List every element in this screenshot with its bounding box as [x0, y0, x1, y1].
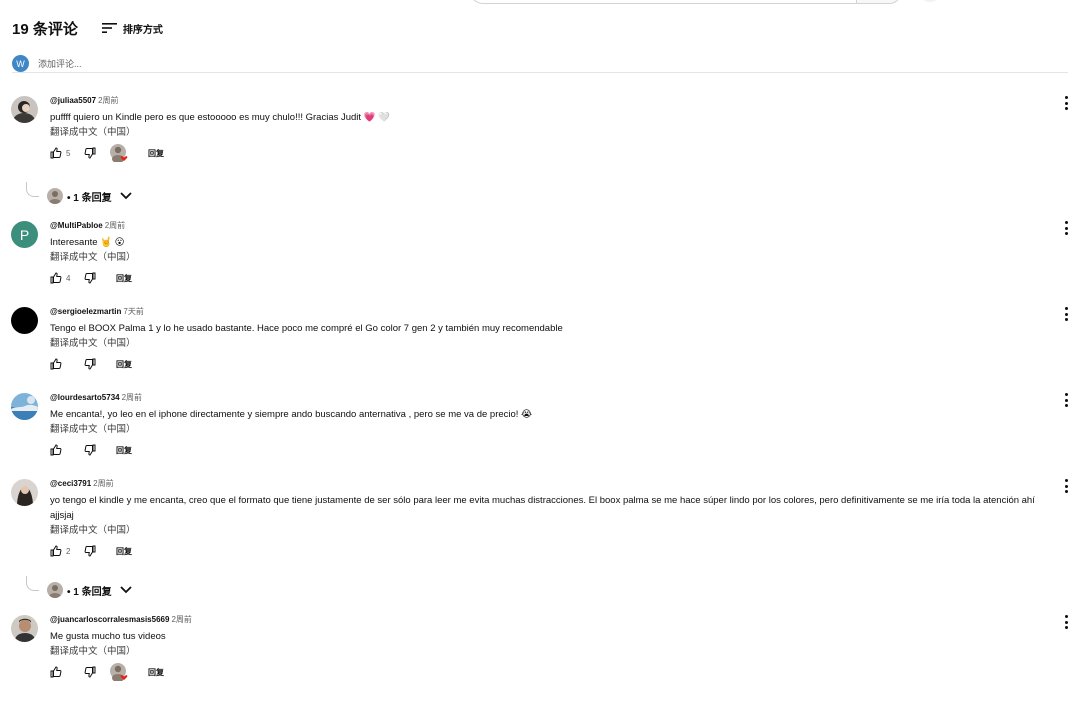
- thumbs-up-icon[interactable]: [50, 444, 62, 456]
- comment-author[interactable]: @lourdesarto5734: [50, 393, 120, 402]
- like-count: 5: [66, 148, 71, 158]
- like-count: 2: [66, 546, 71, 556]
- reply-button[interactable]: 回复: [148, 667, 164, 678]
- avatar[interactable]: P: [11, 221, 38, 248]
- translate-link[interactable]: 翻译成中文（中国）: [50, 337, 1041, 351]
- translate-link[interactable]: 翻译成中文（中国）: [50, 251, 1041, 265]
- avatar-letter: P: [19, 226, 30, 243]
- creator-heart: [110, 144, 128, 163]
- comment-author[interactable]: @juliaa5507: [50, 96, 96, 105]
- replies-count: • 1 条回复: [67, 586, 112, 598]
- like-count: 4: [66, 273, 71, 283]
- reply-button[interactable]: 回复: [116, 359, 132, 370]
- replier-avatar: [47, 188, 63, 204]
- thumbs-up-icon[interactable]: [50, 358, 62, 370]
- reply-button[interactable]: 回复: [148, 148, 164, 159]
- replies-count: • 1 条回复: [67, 192, 112, 204]
- thumbs-down-icon[interactable]: [84, 147, 96, 159]
- thread-connector: [26, 182, 39, 197]
- reply-button[interactable]: 回复: [116, 546, 132, 557]
- more-vert-icon[interactable]: [1060, 307, 1072, 321]
- comment-text: yo tengo el kindle y me encanta, creo qu…: [50, 495, 1035, 521]
- thumbs-down-icon[interactable]: [84, 545, 96, 557]
- comment-time[interactable]: 7天前: [123, 307, 143, 316]
- comment-author[interactable]: @juancarloscorralesmasis5669: [50, 615, 169, 624]
- add-comment-row[interactable]: W 添加评论...: [12, 54, 1068, 73]
- thread-connector: [26, 576, 39, 591]
- view-replies-button[interactable]: • 1 条回复: [47, 581, 132, 599]
- comments-header: 19 条评论 排序方式: [12, 16, 163, 40]
- search-button[interactable]: [856, 0, 902, 4]
- comment-time[interactable]: 2周前: [122, 393, 142, 402]
- comment-author[interactable]: @MultiPabloe: [50, 221, 103, 230]
- translate-link[interactable]: 翻译成中文（中国）: [50, 645, 1041, 659]
- translate-link[interactable]: 翻译成中文（中国）: [50, 126, 1041, 140]
- reply-button[interactable]: 回复: [116, 445, 132, 456]
- masthead-search-fragment: [470, 0, 942, 4]
- thumbs-down-icon[interactable]: [84, 358, 96, 370]
- more-vert-icon[interactable]: [1060, 479, 1072, 493]
- thumbs-up-icon[interactable]: [50, 545, 62, 557]
- sort-icon: [101, 23, 117, 33]
- more-vert-icon[interactable]: [1060, 615, 1072, 629]
- comment-time[interactable]: 2周前: [98, 96, 118, 105]
- comment-text: puffff quiero un Kindle pero es que esto…: [50, 112, 390, 123]
- avatar[interactable]: [11, 393, 38, 420]
- comment-count: 19 条评论: [12, 20, 78, 38]
- translate-link[interactable]: 翻译成中文（中国）: [50, 423, 1041, 437]
- creator-heart: [110, 663, 128, 682]
- comment-text: Tengo el BOOX Palma 1 y lo he usado bast…: [50, 323, 563, 334]
- add-comment-placeholder[interactable]: 添加评论...: [38, 57, 82, 70]
- comment-author[interactable]: @ceci3791: [50, 479, 91, 488]
- thumbs-up-icon[interactable]: [50, 147, 62, 159]
- replier-avatar: [47, 582, 63, 598]
- view-replies-button[interactable]: • 1 条回复: [47, 187, 132, 205]
- comment-author[interactable]: @sergioelezmartin: [50, 307, 121, 316]
- comment-time[interactable]: 2周前: [93, 479, 113, 488]
- comment-text: Me encanta!, yo leo en el iphone directa…: [50, 409, 533, 420]
- thumbs-down-icon[interactable]: [84, 272, 96, 284]
- more-vert-icon[interactable]: [1060, 96, 1072, 110]
- translate-link[interactable]: 翻译成中文（中国）: [50, 524, 1041, 538]
- sort-label: 排序方式: [122, 24, 163, 36]
- reply-button[interactable]: 回复: [116, 273, 132, 284]
- more-vert-icon[interactable]: [1060, 221, 1072, 235]
- comment-text: Interesante 🤘 😮: [50, 237, 125, 248]
- search-input[interactable]: [470, 0, 857, 4]
- avatar[interactable]: [11, 307, 38, 334]
- comment-text: Me gusta mucho tus videos: [50, 631, 166, 642]
- avatar[interactable]: [11, 96, 38, 123]
- voice-search-button[interactable]: [918, 0, 942, 2]
- chevron-down-icon: [119, 586, 132, 594]
- thumbs-down-icon[interactable]: [84, 444, 96, 456]
- thumbs-up-icon[interactable]: [50, 272, 62, 284]
- thumbs-up-icon[interactable]: [50, 666, 62, 678]
- more-vert-icon[interactable]: [1060, 393, 1072, 407]
- avatar[interactable]: [11, 615, 38, 642]
- comment-time[interactable]: 2周前: [105, 221, 125, 230]
- comment-time[interactable]: 2周前: [171, 615, 191, 624]
- thumbs-down-icon[interactable]: [84, 666, 96, 678]
- user-avatar: W: [12, 55, 29, 72]
- sort-button[interactable]: 排序方式: [101, 21, 163, 36]
- chevron-down-icon: [119, 192, 132, 200]
- avatar[interactable]: [11, 479, 38, 506]
